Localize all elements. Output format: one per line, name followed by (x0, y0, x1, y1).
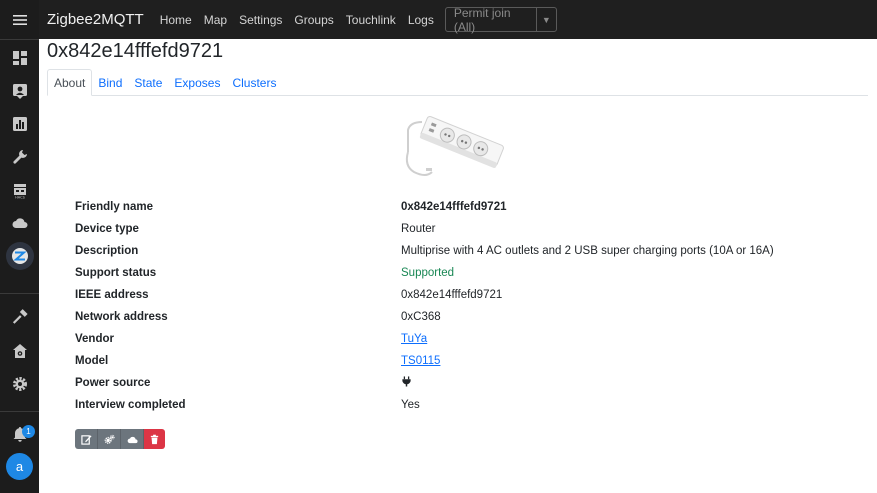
cloud-icon (127, 436, 138, 443)
info-key: Network address (75, 311, 168, 323)
row-network-address: Network address 0xC368 (75, 307, 441, 327)
trash-icon (150, 434, 159, 444)
plug-icon (401, 376, 412, 390)
tab-bind[interactable]: Bind (92, 69, 128, 96)
rename-button[interactable] (75, 429, 98, 449)
row-description: Description Multiprise with 4 AC outlets… (75, 241, 774, 261)
hammer-icon[interactable] (0, 302, 39, 334)
device-tabs: About Bind State Exposes Clusters (47, 69, 868, 96)
row-friendly-name: Friendly name 0x842e14fffefd9721 (75, 197, 507, 217)
info-key: Support status (75, 267, 157, 279)
chart-icon[interactable] (0, 108, 39, 140)
row-support-status: Support status Supported (75, 263, 454, 283)
info-value: 0x842e14fffefd9721 (401, 201, 507, 213)
nav-settings[interactable]: Settings (239, 13, 282, 27)
notification-badge: 1 (22, 425, 35, 438)
info-key: Vendor (75, 333, 114, 345)
edit-icon (80, 434, 92, 445)
info-value: Multiprise with 4 AC outlets and 2 USB s… (401, 245, 774, 257)
person-icon[interactable] (0, 75, 39, 107)
vendor-link[interactable]: TuYa (401, 333, 427, 345)
info-key: IEEE address (75, 289, 149, 301)
info-key: Model (75, 355, 109, 367)
nav-groups[interactable]: Groups (294, 13, 333, 27)
page-title: 0x842e14fffefd9721 (47, 40, 224, 62)
zigbee-icon[interactable] (0, 240, 39, 272)
svg-text:HACS: HACS (15, 196, 25, 200)
status-badge: Supported (401, 267, 455, 279)
ota-update-button[interactable] (121, 429, 144, 449)
dashboard-icon[interactable] (0, 42, 39, 74)
hacs-icon[interactable]: HACS (0, 174, 39, 206)
row-ieee-address: IEEE address 0x842e14fffefd9721 (75, 285, 502, 305)
nav-map[interactable]: Map (204, 13, 227, 27)
reconfigure-button[interactable] (98, 429, 121, 449)
tab-exposes[interactable]: Exposes (168, 69, 226, 96)
row-interview-completed: Interview completed Yes (75, 395, 420, 415)
tab-clusters[interactable]: Clusters (226, 69, 282, 96)
info-key: Description (75, 245, 139, 257)
info-value: 0x842e14fffefd9721 (401, 289, 503, 301)
wrench-icon[interactable] (0, 141, 39, 173)
tab-about[interactable]: About (47, 69, 93, 96)
brand[interactable]: Zigbee2MQTT (47, 11, 144, 28)
avatar[interactable]: a (6, 453, 33, 480)
info-value: 0xC368 (401, 311, 441, 323)
info-value: Router (401, 223, 436, 235)
info-key: Power source (75, 377, 151, 389)
remove-device-button[interactable] (144, 429, 165, 449)
device-actions (75, 429, 165, 449)
sidebar: HACS 1 a (0, 0, 39, 493)
row-model: Model TS0115 (75, 351, 440, 371)
row-vendor: Vendor TuYa (75, 329, 427, 349)
device-image (405, 116, 504, 176)
tab-state[interactable]: State (128, 69, 168, 96)
menu-icon[interactable] (0, 4, 39, 36)
row-device-type: Device type Router (75, 219, 436, 239)
cogs-icon (104, 434, 115, 444)
nav-home[interactable]: Home (160, 13, 192, 27)
nav-touchlink[interactable]: Touchlink (346, 13, 396, 27)
permit-join-group: Permit join (All) ▼ (444, 6, 557, 34)
model-link[interactable]: TS0115 (401, 355, 440, 367)
info-key: Device type (75, 223, 139, 235)
permit-join-button[interactable]: Permit join (All) (446, 6, 536, 34)
cloud-icon[interactable] (0, 207, 39, 239)
home-gear-icon[interactable] (0, 335, 39, 367)
info-value: Yes (401, 399, 420, 411)
row-power-source: Power source (75, 373, 412, 393)
nav-logs[interactable]: Logs (408, 13, 434, 27)
info-key: Interview completed (75, 399, 186, 411)
info-key: Friendly name (75, 201, 153, 213)
gear-icon[interactable] (0, 368, 39, 400)
top-navbar: Zigbee2MQTT Home Map Settings Groups Tou… (39, 0, 877, 39)
chevron-down-icon[interactable]: ▼ (535, 8, 556, 31)
